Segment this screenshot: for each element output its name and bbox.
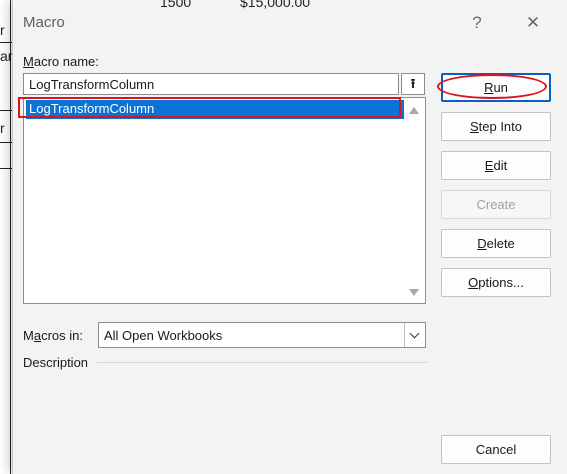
select-value: All Open Workbooks	[104, 328, 223, 343]
chevron-down-icon[interactable]	[404, 323, 425, 347]
button-label: tep Into	[478, 119, 523, 134]
macro-dialog: Macro ? ✕ Macro name: LogTransformColumn…	[12, 0, 567, 474]
run-button[interactable]: Run	[441, 73, 551, 102]
label-text: acro name:	[33, 54, 99, 69]
hotkey-letter: M	[23, 54, 34, 69]
label-text: M	[23, 328, 34, 343]
grid-line	[0, 110, 12, 111]
macros-in-select[interactable]: All Open Workbooks	[98, 322, 426, 348]
cell-text: r	[0, 120, 5, 136]
close-button[interactable]: ✕	[518, 10, 548, 36]
button-label: elete	[486, 236, 515, 251]
edit-button[interactable]: Edit	[441, 151, 551, 180]
grid-line	[0, 42, 12, 43]
button-label: un	[493, 80, 508, 95]
macro-list[interactable]: LogTransformColumn	[23, 97, 426, 304]
macro-name-label: Macro name:	[23, 54, 99, 69]
help-button[interactable]: ?	[462, 10, 492, 36]
hotkey-letter: O	[468, 275, 479, 290]
button-label: ptions...	[478, 275, 524, 290]
scroll-up-icon[interactable]	[409, 107, 419, 114]
dialog-title: Macro	[23, 14, 65, 31]
grid-line	[0, 168, 12, 169]
cell-text: r	[0, 22, 5, 38]
button-label: dit	[493, 158, 508, 173]
description-divider	[97, 362, 427, 363]
description-label: Description	[23, 355, 89, 370]
cell-value: 1500	[160, 0, 192, 10]
grid-line	[0, 142, 12, 143]
macros-in-label: Macros in:	[23, 328, 83, 343]
cancel-button[interactable]: Cancel	[441, 435, 551, 464]
step-into-button[interactable]: Step Into	[441, 112, 551, 141]
options-button[interactable]: Options...	[441, 268, 551, 297]
upload-arrow-icon[interactable]: ⭱	[401, 73, 425, 95]
cell-value: $15,000.00	[240, 0, 311, 10]
macro-list-item[interactable]: LogTransformColumn	[26, 100, 404, 119]
hotkey-letter: S	[469, 119, 479, 134]
delete-button[interactable]: Delete	[441, 229, 551, 258]
create-button[interactable]: Create	[441, 190, 551, 219]
macro-name-input[interactable]: LogTransformColumn	[23, 73, 399, 95]
grid-line	[10, 0, 11, 474]
scroll-down-icon[interactable]	[409, 289, 419, 296]
hotkey-letter: D	[477, 236, 487, 251]
hotkey-letter: a	[33, 328, 42, 343]
label-text: cros in:	[41, 328, 83, 343]
list-scrollbar[interactable]	[405, 97, 425, 304]
